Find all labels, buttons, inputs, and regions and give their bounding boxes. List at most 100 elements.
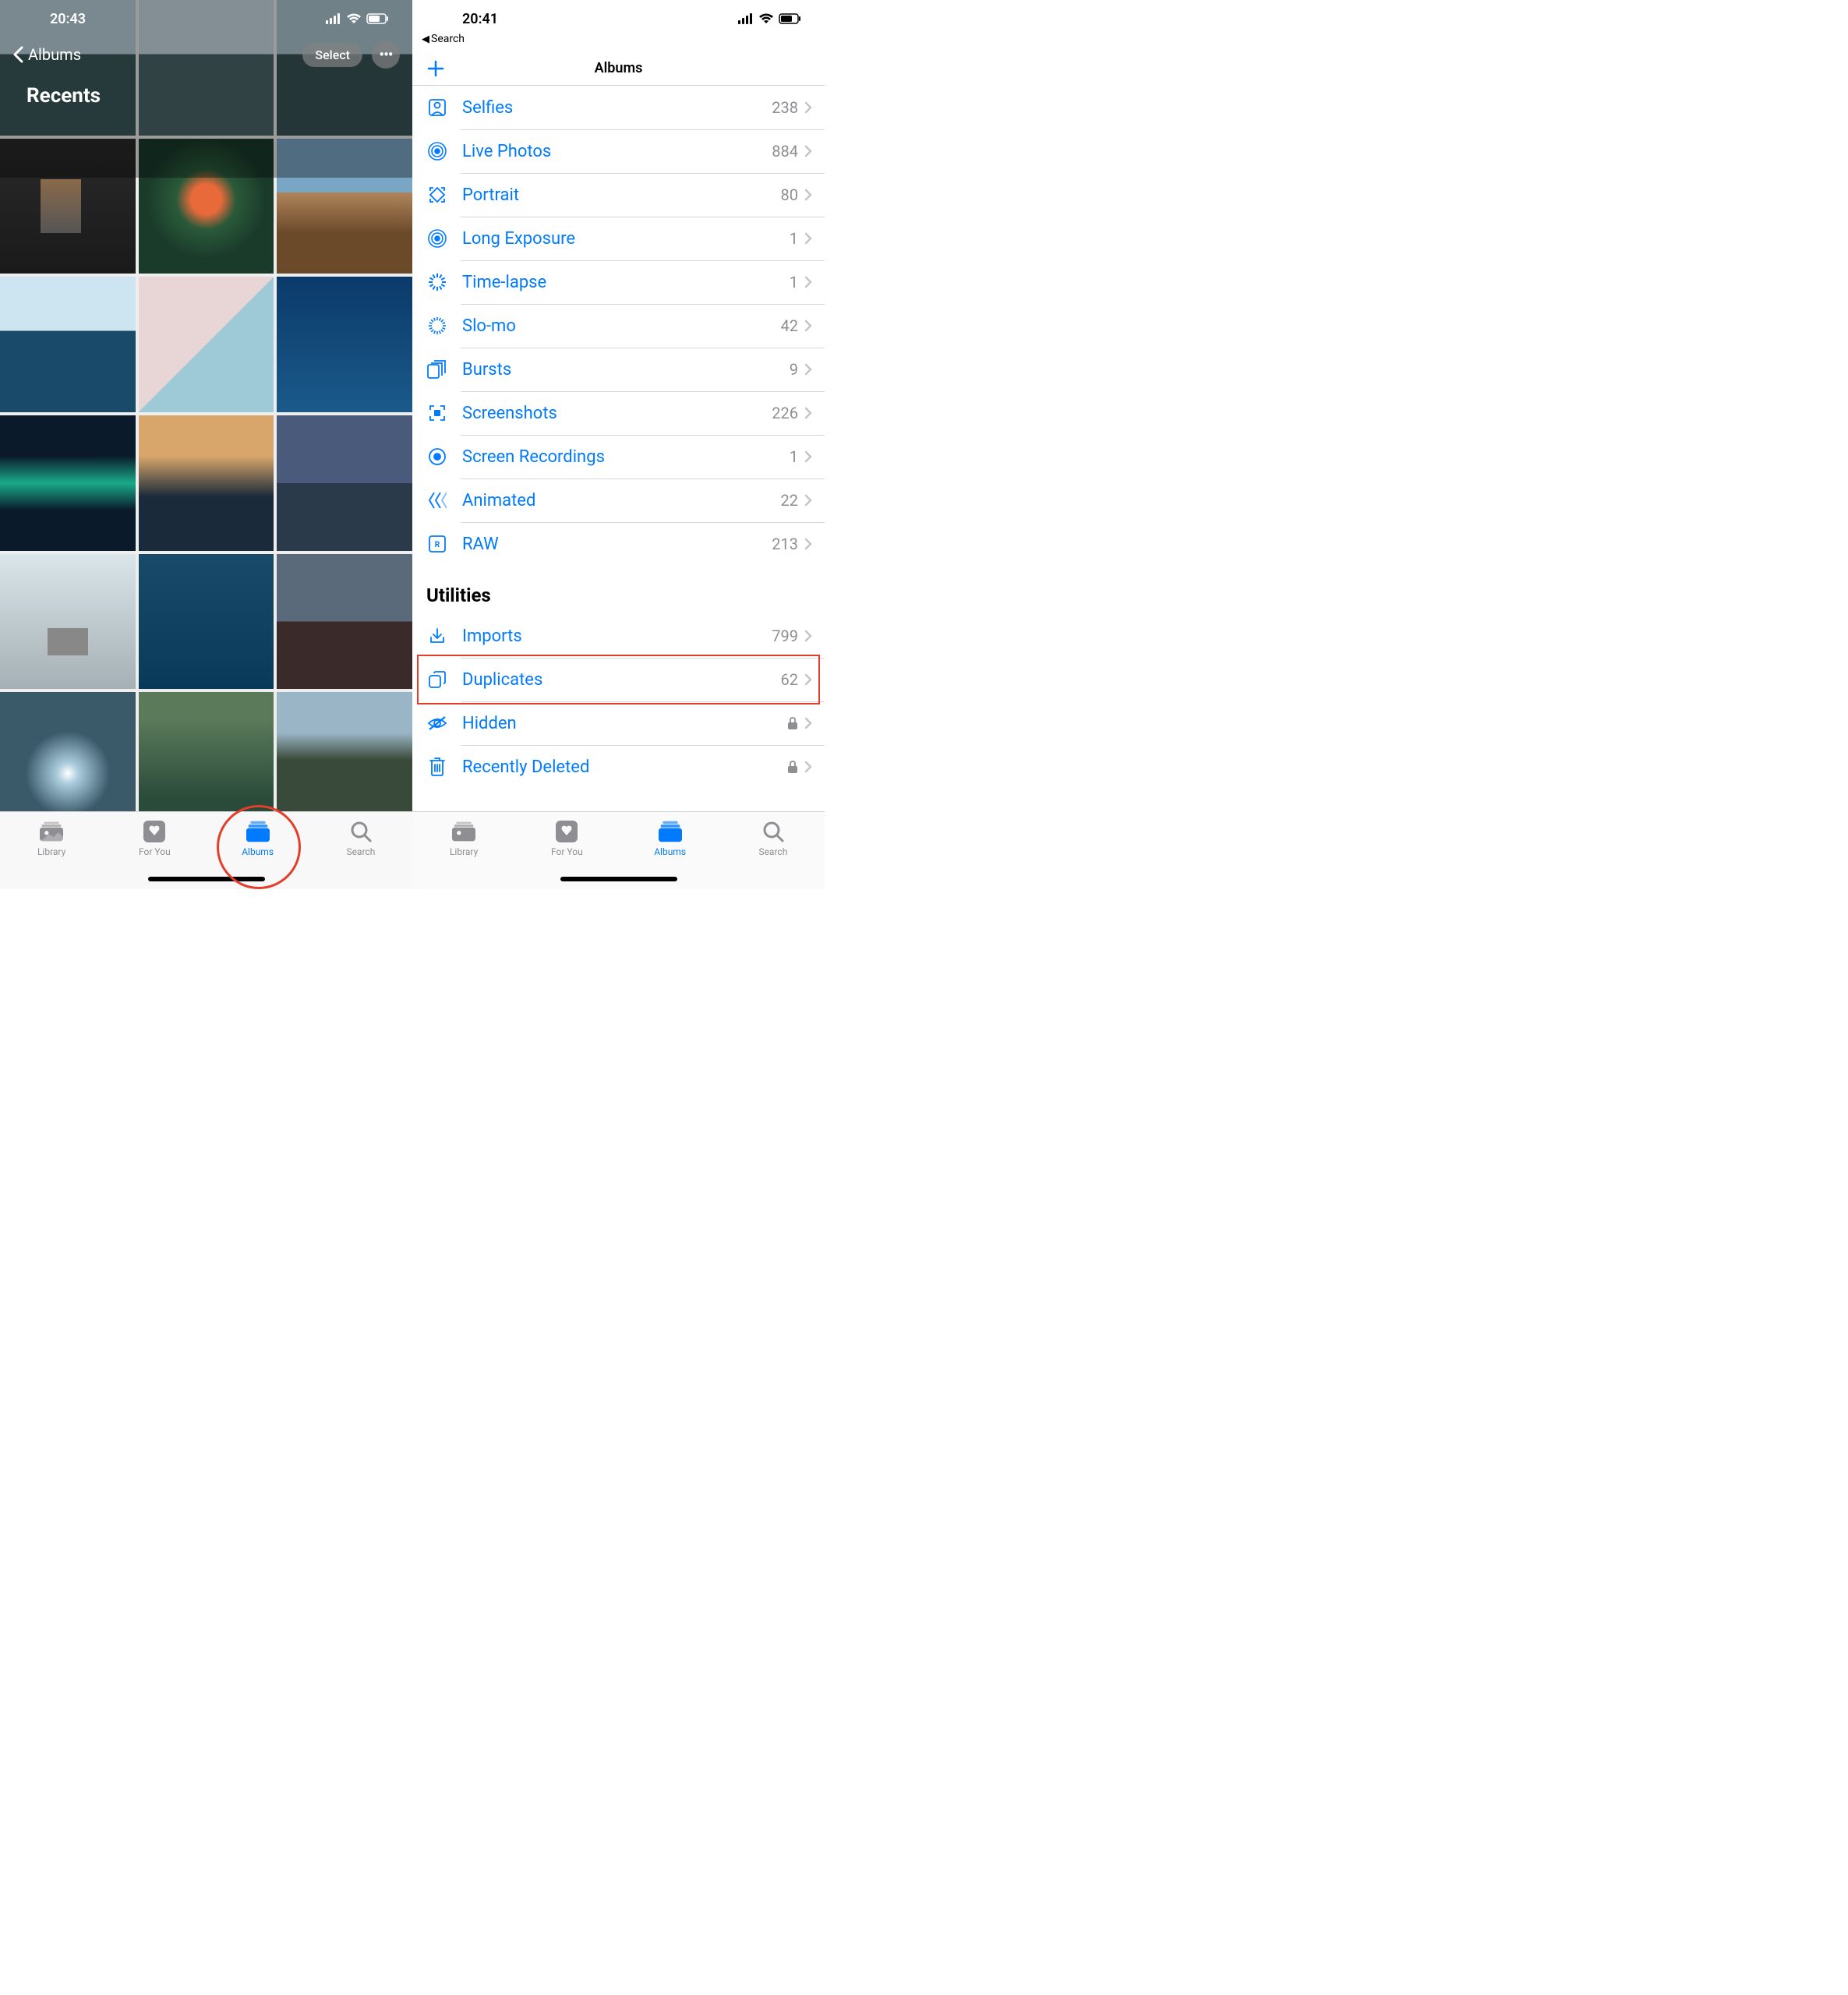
selfies-icon bbox=[426, 97, 448, 118]
home-indicator[interactable] bbox=[148, 877, 265, 881]
albums-list[interactable]: Selfies238Live Photos884Portrait80Long E… bbox=[412, 86, 825, 889]
tab-label: For You bbox=[551, 846, 583, 857]
wifi-icon bbox=[758, 13, 774, 24]
album-count: 1 bbox=[790, 273, 798, 291]
tab-label: Albums bbox=[242, 846, 274, 857]
tab-for-you[interactable]: For You bbox=[119, 820, 189, 857]
tab-label: Search bbox=[346, 846, 375, 857]
back-button[interactable]: Albums bbox=[12, 45, 81, 64]
phone-left-recents: 20:43 Albums Select ••• Recents Library … bbox=[0, 0, 412, 889]
album-count: 238 bbox=[772, 98, 798, 117]
photo-thumbnail[interactable] bbox=[0, 139, 136, 274]
album-row-timelapse[interactable]: Time-lapse1 bbox=[412, 260, 825, 304]
tab-label: Search bbox=[758, 846, 787, 857]
portrait-icon bbox=[426, 184, 448, 206]
album-count: 884 bbox=[772, 142, 798, 161]
chevron-left-icon bbox=[12, 46, 23, 63]
photo-thumbnail[interactable] bbox=[139, 415, 274, 551]
album-row-raw[interactable]: RRAW213 bbox=[412, 522, 825, 566]
search-icon bbox=[761, 820, 785, 843]
chevron-right-icon bbox=[804, 189, 812, 201]
tab-search[interactable]: Search bbox=[738, 820, 808, 857]
select-button[interactable]: Select bbox=[302, 43, 362, 67]
chevron-right-icon bbox=[804, 761, 812, 773]
album-row-longexp[interactable]: Long Exposure1 bbox=[412, 217, 825, 260]
photo-thumbnail[interactable] bbox=[277, 415, 412, 551]
photo-thumbnail[interactable] bbox=[0, 277, 136, 412]
album-label: Portrait bbox=[462, 185, 781, 205]
album-row-hidden[interactable]: Hidden bbox=[412, 701, 825, 745]
photo-thumbnail[interactable] bbox=[139, 277, 274, 412]
tab-library[interactable]: Library bbox=[16, 820, 87, 857]
tab-for-you[interactable]: For You bbox=[532, 820, 602, 857]
timelapse-icon bbox=[426, 271, 448, 293]
album-row-imports[interactable]: Imports799 bbox=[412, 614, 825, 658]
photo-thumbnail[interactable] bbox=[0, 692, 136, 811]
tab-label: Library bbox=[450, 846, 478, 857]
photo-thumbnail[interactable] bbox=[277, 692, 412, 811]
library-icon bbox=[452, 820, 475, 843]
raw-icon: R bbox=[426, 533, 448, 555]
photo-thumbnail[interactable] bbox=[0, 554, 136, 690]
battery-icon bbox=[779, 13, 802, 24]
chevron-right-icon bbox=[804, 630, 812, 642]
album-row-selfies[interactable]: Selfies238 bbox=[412, 86, 825, 129]
album-row-trash[interactable]: Recently Deleted bbox=[412, 745, 825, 789]
home-indicator[interactable] bbox=[560, 877, 677, 881]
chevron-right-icon bbox=[804, 320, 812, 332]
album-row-screenrec[interactable]: Screen Recordings1 bbox=[412, 435, 825, 478]
chevron-right-icon bbox=[804, 450, 812, 463]
photo-thumbnail[interactable] bbox=[139, 554, 274, 690]
album-count: 22 bbox=[781, 491, 798, 510]
cellular-icon bbox=[738, 13, 754, 24]
album-row-bursts[interactable]: Bursts9 bbox=[412, 348, 825, 391]
album-row-screenshot[interactable]: Screenshots226 bbox=[412, 391, 825, 435]
album-label: Live Photos bbox=[462, 142, 772, 161]
hidden-icon bbox=[426, 712, 448, 734]
photo-thumbnail[interactable] bbox=[139, 139, 274, 274]
photo-thumbnail[interactable] bbox=[277, 277, 412, 412]
page-title: Recents bbox=[27, 84, 101, 108]
chevron-right-icon bbox=[804, 407, 812, 419]
photo-thumbnail[interactable] bbox=[0, 415, 136, 551]
album-label: Duplicates bbox=[462, 670, 781, 690]
plus-icon bbox=[426, 59, 445, 78]
tab-label: For You bbox=[139, 846, 171, 857]
trash-icon bbox=[426, 756, 448, 778]
album-row-portrait[interactable]: Portrait80 bbox=[412, 173, 825, 217]
chevron-right-icon bbox=[804, 232, 812, 245]
tab-label: Library bbox=[37, 846, 65, 857]
album-label: Hidden bbox=[462, 714, 787, 733]
status-bar: 20:43 bbox=[0, 0, 412, 37]
album-row-animated[interactable]: Animated22 bbox=[412, 478, 825, 522]
album-row-live[interactable]: Live Photos884 bbox=[412, 129, 825, 173]
photo-thumbnail[interactable] bbox=[277, 139, 412, 274]
chevron-right-icon bbox=[804, 673, 812, 686]
album-row-duplicates[interactable]: Duplicates62 bbox=[412, 658, 825, 701]
tab-albums[interactable]: Albums bbox=[635, 820, 705, 857]
albums-icon bbox=[246, 820, 270, 843]
album-count: 62 bbox=[781, 670, 798, 689]
status-time: 20:41 bbox=[431, 11, 632, 27]
album-row-slomo[interactable]: Slo-mo42 bbox=[412, 304, 825, 348]
tab-albums[interactable]: Albums bbox=[223, 820, 293, 857]
tab-library[interactable]: Library bbox=[429, 820, 499, 857]
more-button[interactable]: ••• bbox=[372, 41, 400, 69]
photo-grid[interactable] bbox=[0, 0, 412, 811]
duplicates-icon bbox=[426, 669, 448, 690]
tab-bar: Library For You Albums Search bbox=[412, 811, 825, 889]
album-count: 226 bbox=[772, 404, 798, 422]
library-icon bbox=[40, 820, 63, 843]
chevron-right-icon bbox=[804, 494, 812, 507]
add-button[interactable] bbox=[426, 59, 445, 78]
chevron-right-icon bbox=[804, 145, 812, 157]
photo-thumbnail[interactable] bbox=[277, 554, 412, 690]
album-count: 1 bbox=[790, 229, 798, 248]
album-label: RAW bbox=[462, 535, 772, 554]
album-count: 80 bbox=[781, 185, 798, 204]
section-header-utilities: Utilities bbox=[412, 566, 825, 614]
ellipsis-icon: ••• bbox=[379, 45, 392, 64]
tab-search[interactable]: Search bbox=[326, 820, 396, 857]
photo-thumbnail[interactable] bbox=[139, 692, 274, 811]
chevron-right-icon bbox=[804, 276, 812, 288]
